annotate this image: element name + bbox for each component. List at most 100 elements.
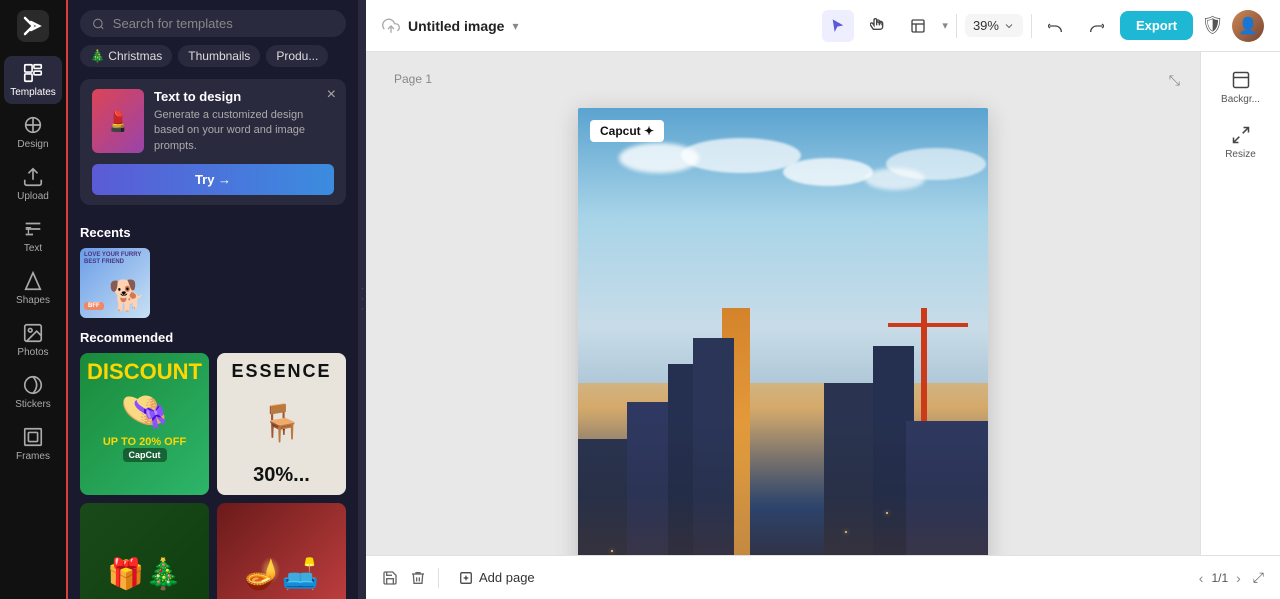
recents-row: LOVE YOUR FURRY BEST FRIEND 🐕 BFF — [80, 248, 346, 318]
canvas-area[interactable]: Page 1 ⤡ — [366, 52, 1200, 555]
essence-discount: 30%... — [253, 464, 310, 487]
select-tool-button[interactable] — [822, 10, 854, 42]
layout-icon — [910, 18, 926, 34]
sidebar-label-frames: Frames — [16, 451, 50, 462]
ttd-description: Generate a customized design based on yo… — [154, 108, 334, 154]
page-nav: ‹ 1/1 › — [1199, 570, 1241, 586]
redo-icon — [1088, 18, 1104, 34]
capcut-badge-discount: CapCut — [123, 448, 167, 462]
editor-main: Untitled image ▾ — [366, 0, 1280, 599]
ttd-thumbnail: 💄 — [92, 89, 144, 153]
recents-section-title: Recents — [80, 225, 346, 240]
background-button[interactable]: Backgr... — [1209, 64, 1272, 111]
fullscreen-icon[interactable]: ⤢ — [1253, 569, 1264, 586]
resize-icon — [1231, 125, 1251, 145]
ttd-title: Text to design — [154, 89, 334, 104]
shield-icon: 🛡 — [1201, 15, 1224, 36]
sidebar-label-shapes: Shapes — [16, 295, 50, 306]
sidebar-label-templates: Templates — [10, 87, 56, 98]
panel-scroll-area: Recents LOVE YOUR FURRY BEST FRIEND 🐕 BF… — [68, 215, 358, 599]
chip-thumbnails[interactable]: Thumbnails — [178, 45, 260, 67]
background-icon — [1231, 70, 1251, 90]
sidebar-item-upload[interactable]: Upload — [4, 160, 62, 208]
add-page-button[interactable]: Add page — [451, 566, 543, 589]
capcut-branding-badge: Capcut ✦ — [590, 120, 664, 142]
text-to-design-card: × 💄 Text to design Generate a customized… — [80, 79, 346, 205]
title-chevron-icon[interactable]: ▾ — [512, 19, 518, 33]
upload-cloud-icon — [382, 17, 400, 35]
page-label: Page 1 — [394, 72, 432, 86]
expand-icon[interactable]: ⤡ — [1169, 72, 1180, 89]
search-input[interactable] — [113, 16, 334, 31]
chip-product[interactable]: Produ... — [266, 45, 328, 67]
search-bar[interactable] — [80, 10, 346, 37]
template-card-christmas[interactable]: 🎁🎄 — [80, 503, 209, 599]
sidebar-label-design: Design — [17, 139, 48, 150]
undo-icon — [1048, 18, 1064, 34]
bottom-divider — [438, 568, 439, 588]
sidebar-item-design[interactable]: Design — [4, 108, 62, 156]
svg-text:T: T — [26, 226, 32, 236]
zoom-control[interactable]: 39% — [965, 14, 1023, 37]
layout-chevron[interactable]: ▾ — [942, 19, 948, 32]
background-label: Backgr... — [1221, 94, 1260, 105]
capcut-badge-text: Capcut ✦ — [600, 124, 654, 138]
recent-thumb-dog[interactable]: LOVE YOUR FURRY BEST FRIEND 🐕 BFF — [80, 248, 150, 318]
template-card-essence[interactable]: ESSENCE 🪑 30%... — [217, 353, 346, 495]
toolbar-right: ▾ 39% Export — [822, 10, 1264, 42]
sidebar-label-stickers: Stickers — [15, 399, 51, 410]
icon-sidebar: Templates Design Upload T Text Shapes — [0, 0, 68, 599]
ttd-try-button[interactable]: Try → — [92, 164, 334, 195]
cursor-icon — [830, 18, 846, 34]
buildings-layer — [578, 233, 988, 555]
app-logo[interactable] — [15, 8, 51, 44]
right-panel: Backgr... Resize — [1200, 52, 1280, 555]
sidebar-item-shapes[interactable]: Shapes — [4, 264, 62, 312]
dog-emoji: 🐕 — [109, 279, 146, 314]
chip-christmas[interactable]: 🎄 Christmas — [80, 45, 172, 67]
undo-button[interactable] — [1040, 10, 1072, 42]
close-icon[interactable]: × — [327, 87, 336, 103]
zoom-level: 39% — [973, 18, 999, 33]
hand-tool-button[interactable] — [862, 10, 894, 42]
sidebar-label-upload: Upload — [17, 191, 49, 202]
sidebar-label-text: Text — [24, 243, 42, 254]
sidebar-item-photos[interactable]: Photos — [4, 316, 62, 364]
add-page-icon — [459, 571, 473, 585]
layout-button[interactable] — [902, 10, 934, 42]
toolbar-left: Untitled image ▾ — [382, 17, 519, 35]
discount-sub: UP TO 20% OFF — [103, 436, 186, 448]
divider-2 — [1031, 14, 1032, 38]
page-nav-indicator: 1/1 — [1211, 571, 1228, 585]
save-icon[interactable] — [382, 570, 398, 586]
lamp-emoji: 🪔🛋️ — [244, 557, 319, 592]
sidebar-item-text[interactable]: T Text — [4, 212, 62, 260]
resize-button[interactable]: Resize — [1209, 119, 1272, 166]
sidebar-item-stickers[interactable]: Stickers — [4, 368, 62, 416]
next-page-button[interactable]: › — [1236, 570, 1241, 586]
template-card-discount[interactable]: DISCOUNT 👒 UP TO 20% OFF CapCut — [80, 353, 209, 495]
template-grid: DISCOUNT 👒 UP TO 20% OFF CapCut ESSENCE … — [80, 353, 346, 599]
christmas-emoji: 🎁🎄 — [107, 557, 182, 592]
search-icon — [92, 17, 105, 31]
template-card-lamp[interactable]: 🪔🛋️ — [217, 503, 346, 599]
user-avatar[interactable]: 👤 — [1232, 10, 1264, 42]
chip-product-label: Produ... — [276, 49, 318, 63]
canvas-image: Capcut ✦ — [578, 108, 988, 555]
chips-row: 🎄 Christmas Thumbnails Produ... — [68, 45, 358, 75]
chip-thumbnails-label: Thumbnails — [188, 49, 250, 63]
trash-icon[interactable] — [410, 570, 426, 586]
prev-page-button[interactable]: ‹ — [1199, 570, 1204, 586]
chip-christmas-label: 🎄 Christmas — [90, 49, 162, 63]
redo-button[interactable] — [1080, 10, 1112, 42]
add-page-label: Add page — [479, 570, 535, 585]
sidebar-item-frames[interactable]: Frames — [4, 420, 62, 468]
export-button[interactable]: Export — [1120, 11, 1193, 40]
panel-resize-handle[interactable]: · · · — [358, 0, 366, 599]
sidebar-item-templates[interactable]: Templates — [4, 56, 62, 104]
zoom-chevron-icon — [1003, 20, 1015, 32]
recommended-section-title: Recommended — [80, 330, 346, 345]
document-title: Untitled image — [408, 18, 504, 34]
essence-image: 🪑 — [259, 402, 304, 444]
canvas-frame: Capcut ✦ — [578, 108, 988, 555]
